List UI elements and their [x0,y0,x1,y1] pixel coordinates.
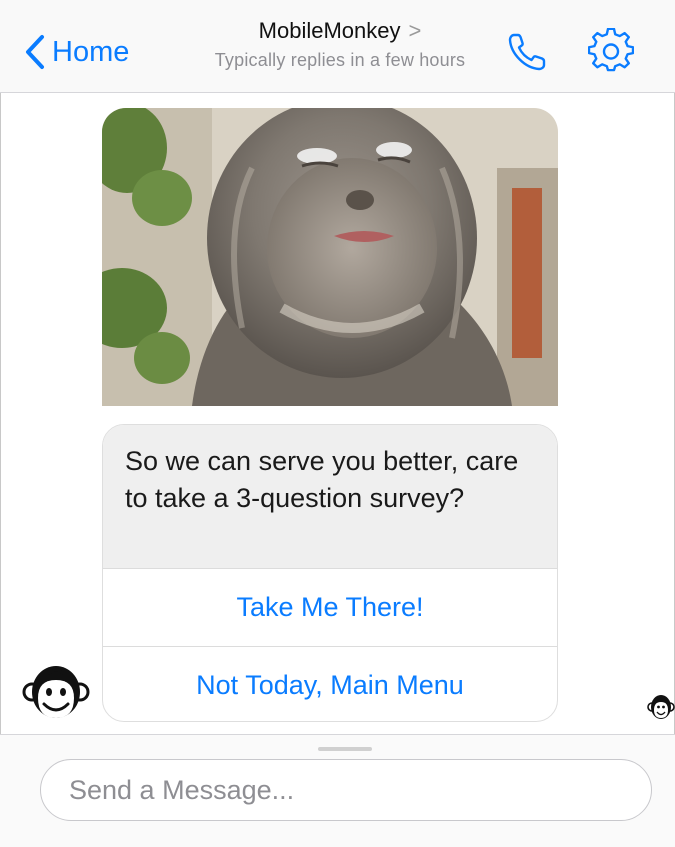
read-receipt-avatar-icon [647,695,675,719]
response-time-subtitle: Typically replies in a few hours [214,50,466,70]
message-input[interactable] [40,759,652,821]
message-text: So we can serve you better, care to take… [103,425,557,568]
gear-icon[interactable] [588,28,634,74]
conversation-title: MobileMonkey [258,18,401,43]
back-button[interactable]: Home [24,30,129,74]
monkey-image [102,108,558,406]
quick-reply-card: So we can serve you better, care to take… [102,424,558,722]
chevron-right-icon: > [408,18,422,43]
composer-bar [0,734,675,847]
drag-handle[interactable] [318,747,372,751]
monkey-avatar-icon [22,666,90,718]
take-me-there-button[interactable]: Take Me There! [103,568,557,646]
back-label: Home [52,35,130,68]
monkey-gif[interactable] [102,108,558,406]
conversation-title-block: MobileMonkey > Typically replies in a fe… [190,18,490,71]
chevron-left-icon [26,35,44,69]
not-today-main-menu-button[interactable]: Not Today, Main Menu [103,646,557,721]
chat-header: Home MobileMonkey > Typically replies in… [0,0,675,93]
conversation-title-button[interactable]: MobileMonkey > [259,18,422,44]
phone-icon[interactable] [505,30,549,74]
